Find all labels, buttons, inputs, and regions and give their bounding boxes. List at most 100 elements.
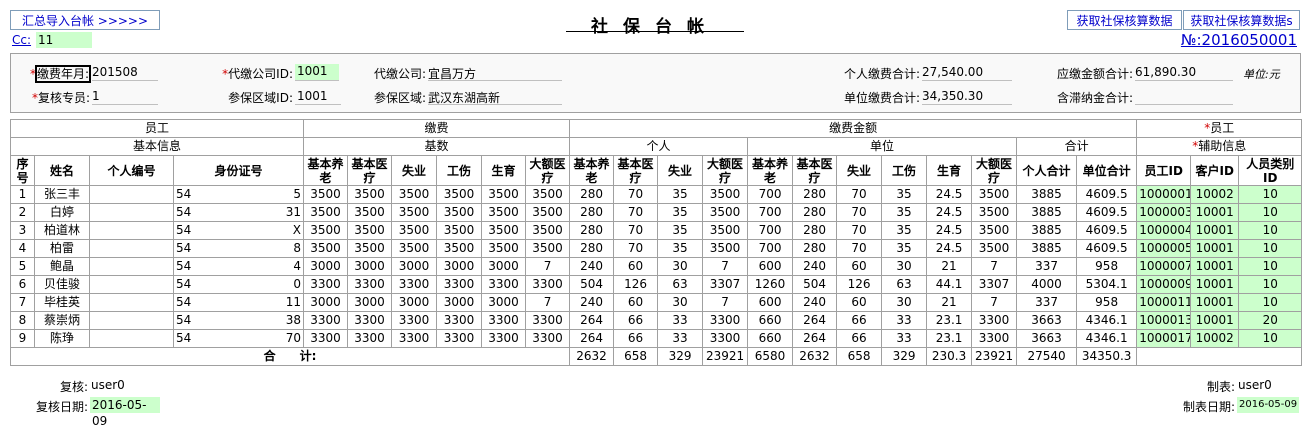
table-cell: 9 xyxy=(10,329,35,348)
table-cell: 3500 xyxy=(391,203,438,222)
table-cell: 3300 xyxy=(971,329,1018,348)
review-date-field[interactable]: 2016-05-09 xyxy=(90,397,160,428)
table-cell: 63 xyxy=(657,275,704,294)
table-row[interactable]: 2 白婷 54 31 3500 3500 3500 3500 3500 3500 280 70 35 35… xyxy=(10,203,1303,222)
table-cell: 280 xyxy=(569,185,615,204)
table-cell: 3300 xyxy=(303,329,349,348)
sub-header-company: 单位 xyxy=(747,137,1018,156)
area-field[interactable]: 武汉东湖高新 xyxy=(428,89,562,105)
table-row[interactable]: 8 蔡崇炳 54 38 3300 3300 3300 3300 3300 3300 264 66 33 3… xyxy=(10,311,1303,330)
table-cell: 3500 xyxy=(971,203,1018,222)
table-row[interactable]: 7 毕桂英 54 11 3000 3000 3000 3000 3000 7 240 60 30 7 600… xyxy=(10,293,1303,312)
table-cell: 3000 xyxy=(391,293,438,312)
table-cell: 3500 xyxy=(481,203,527,222)
table-cell xyxy=(89,185,174,204)
table-cell: 3300 xyxy=(525,275,571,294)
import-ledger-button[interactable]: 汇总导入台帐 >>>>> xyxy=(10,10,160,30)
column-header: 失业 xyxy=(391,155,438,186)
table-cell xyxy=(89,221,174,240)
table-cell: 504 xyxy=(792,275,838,294)
pay-month-label: *缴费年月: xyxy=(29,65,92,83)
table-cell: 35 xyxy=(881,239,928,258)
id-number-end: 0 xyxy=(293,277,302,291)
table-cell: 21 xyxy=(926,293,973,312)
fetch-data-s-button[interactable]: 获取社保核算数据s xyxy=(1183,10,1300,30)
column-header: 人员类别ID xyxy=(1238,155,1303,186)
column-header: 工伤 xyxy=(436,155,483,186)
id-number-start: 54 xyxy=(176,277,192,291)
table-cell: 33 xyxy=(657,311,704,330)
agent-id-field[interactable]: 1001 xyxy=(295,64,339,81)
table-cell: 3 xyxy=(10,221,35,240)
table-cell: 7 xyxy=(525,257,571,276)
table-cell: 3300 xyxy=(481,329,527,348)
table-cell: 700 xyxy=(747,221,794,240)
table-cell: 60 xyxy=(613,293,659,312)
total-cell: 329 xyxy=(881,347,928,366)
total-cell: 34350.3 xyxy=(1076,347,1138,366)
table-cell: 280 xyxy=(569,239,615,258)
id-number-start: 54 xyxy=(176,331,192,345)
table-cell: 1000011 xyxy=(1136,293,1192,312)
table-cell: 660 xyxy=(747,311,794,330)
table-cell: 24.5 xyxy=(926,185,973,204)
make-date-field[interactable]: 2016-05-09 xyxy=(1237,397,1299,413)
sub-header-total: 合计 xyxy=(1016,137,1138,156)
table-cell: 4609.5 xyxy=(1076,203,1138,222)
table-cell: 35 xyxy=(657,239,704,258)
total-cell: 27540 xyxy=(1016,347,1078,366)
table-cell: 1000005 xyxy=(1136,239,1192,258)
table-cell xyxy=(89,239,174,258)
table-cell: 280 xyxy=(792,203,838,222)
review-label: 复核: xyxy=(59,380,88,394)
table-cell: 1000003 xyxy=(1136,203,1192,222)
table-row[interactable]: 5 鲍晶 54 4 3000 3000 3000 3000 3000 7 240 60 30 7 600 24… xyxy=(10,257,1303,276)
table-cell: 贝佳骏 xyxy=(34,275,90,294)
table-cell: 3300 xyxy=(436,275,483,294)
id-number-end: 5 xyxy=(293,187,302,201)
table-cell: 60 xyxy=(836,257,883,276)
table-cell: 337 xyxy=(1016,293,1078,312)
total-cell: 658 xyxy=(836,347,883,366)
table-cell: 700 xyxy=(747,203,794,222)
table-cell: 3500 xyxy=(971,185,1018,204)
table-cell: 10002 xyxy=(1190,329,1240,348)
table-cell xyxy=(89,329,174,348)
table-cell: 66 xyxy=(836,329,883,348)
table-row[interactable]: 4 柏雷 54 8 3500 3500 3500 3500 3500 3500 280 70 35 350… xyxy=(10,239,1303,258)
company-total-label: 单位缴费合计: xyxy=(843,91,920,105)
fetch-data-button[interactable]: 获取社保核算数据 xyxy=(1067,10,1182,30)
table-row[interactable]: 9 陈琤 54 70 3300 3300 3300 3300 3300 3300 264 66 33 33… xyxy=(10,329,1303,348)
table-cell: 3000 xyxy=(303,293,349,312)
cc-field[interactable]: 11 xyxy=(36,32,92,48)
pay-month-field[interactable]: 201508 xyxy=(92,65,158,81)
table-cell: 7 xyxy=(702,293,749,312)
table-cell: 3500 xyxy=(303,239,349,258)
table-cell: 3500 xyxy=(525,185,571,204)
table-cell: 10 xyxy=(1238,293,1303,312)
table-row[interactable]: 6 贝佳骏 54 0 3300 3300 3300 3300 3300 3300 504 126 63 3… xyxy=(10,275,1303,294)
table-cell: 264 xyxy=(569,329,615,348)
agent-company-label: 代缴公司: xyxy=(373,67,426,81)
table-cell: 3885 xyxy=(1016,239,1078,258)
table-cell: 66 xyxy=(613,311,659,330)
table-cell: 3300 xyxy=(303,275,349,294)
table-cell: 4609.5 xyxy=(1076,221,1138,240)
area-id-field[interactable]: 1001 xyxy=(295,89,341,105)
table-cell: 3500 xyxy=(481,239,527,258)
table-cell: 2 xyxy=(10,203,35,222)
table-row[interactable]: 3 柏道林 54 X 3500 3500 3500 3500 3500 3500 280 70 35 35… xyxy=(10,221,1303,240)
table-cell: 3300 xyxy=(347,329,393,348)
table-row[interactable]: 1 张三丰 54 5 3500 3500 3500 3500 3500 3500 280 70 35 35… xyxy=(10,185,1303,204)
id-number-cell: 54 4 xyxy=(172,257,305,276)
agent-company-field[interactable]: 宜昌万方 xyxy=(428,65,562,81)
table-cell: 280 xyxy=(792,221,838,240)
column-header: 身份证号 xyxy=(172,155,305,186)
table-cell: 21 xyxy=(926,257,973,276)
table-cell: 3500 xyxy=(347,221,393,240)
column-header: 基本养老 xyxy=(303,155,349,186)
table-cell: 6 xyxy=(10,275,35,294)
table-cell: 10 xyxy=(1238,257,1303,276)
table-cell: 958 xyxy=(1076,257,1138,276)
reviewer-field[interactable]: 1 xyxy=(92,89,158,105)
